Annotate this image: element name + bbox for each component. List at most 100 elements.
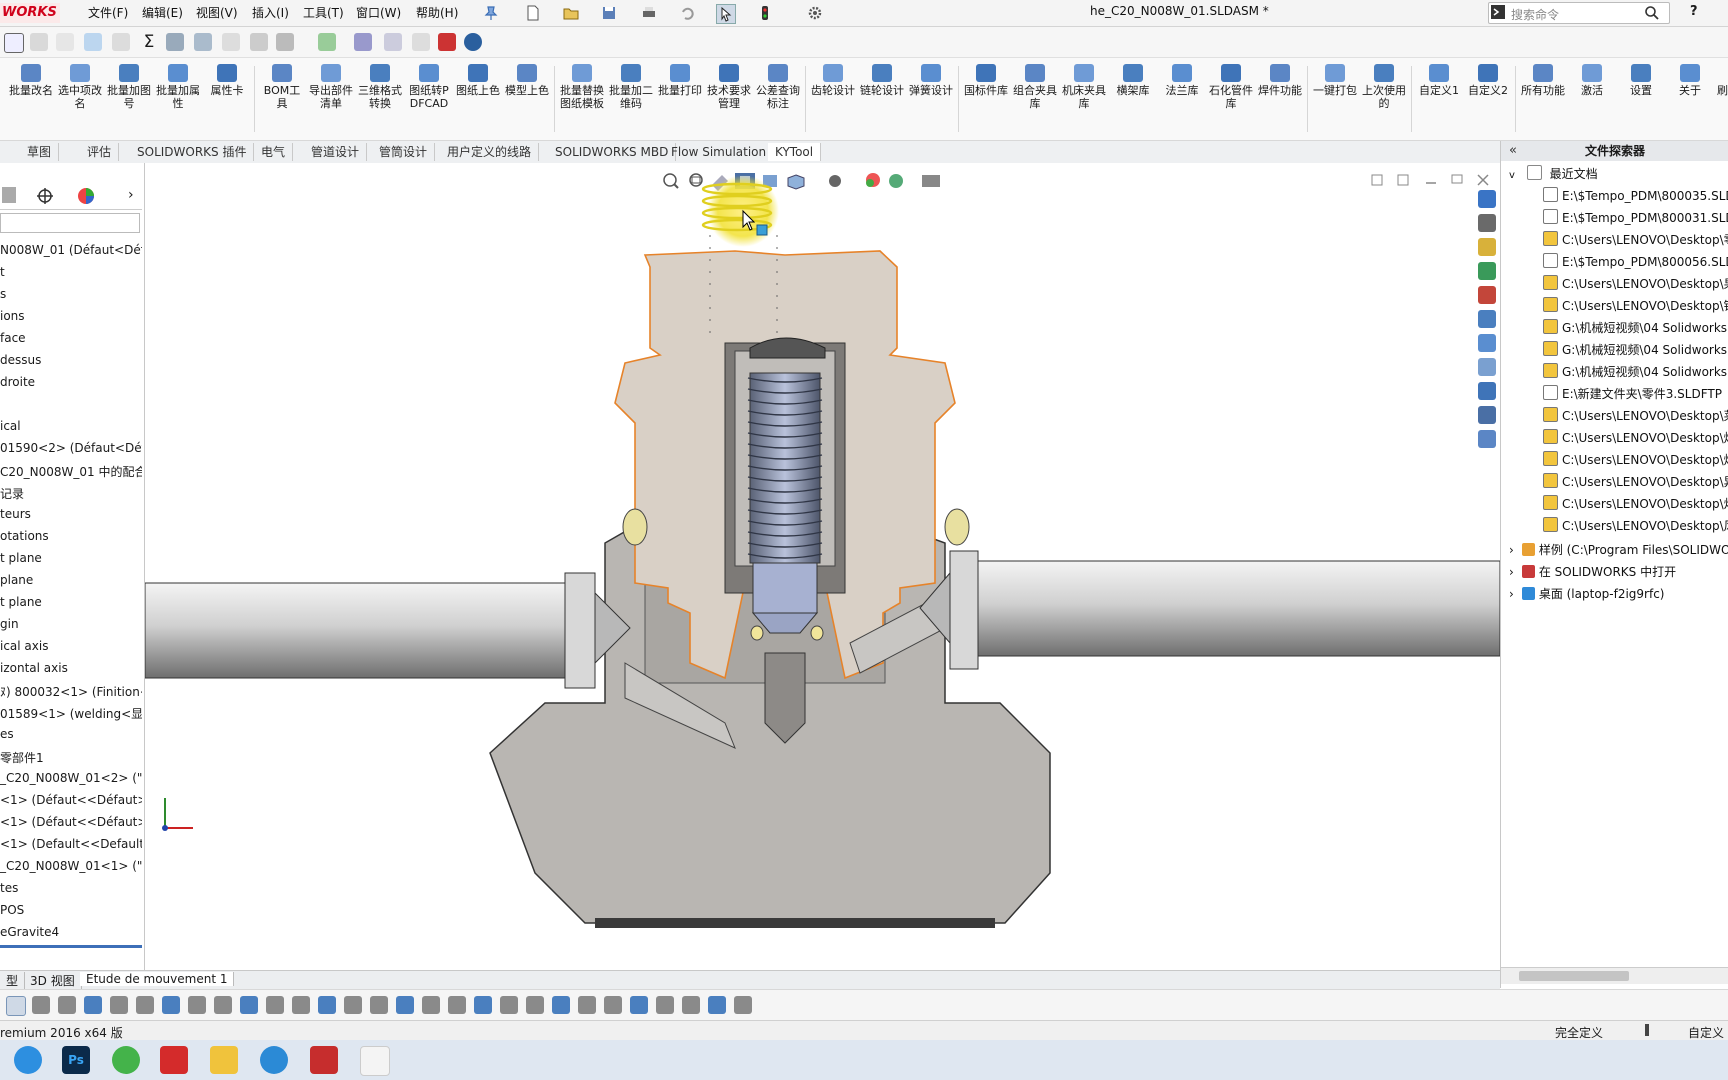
tree-item[interactable]: face: [0, 331, 142, 345]
graphics-viewport[interactable]: [145, 163, 1500, 970]
photoshop-icon[interactable]: Ps: [62, 1046, 90, 1074]
home-icon[interactable]: [1478, 190, 1496, 208]
explorer-group-item[interactable]: › 在 SOLIDWORKS 中打开: [1509, 563, 1676, 580]
ribbon-button-32[interactable]: 激活: [1569, 64, 1615, 97]
save-icon[interactable]: [600, 4, 618, 22]
ribbon-button-9[interactable]: 图纸转PDFCAD: [406, 64, 452, 110]
recent-document-item[interactable]: C:\Users\LENOVO\Desktop\灯: [1543, 495, 1728, 512]
tab-mbd[interactable]: SOLIDWORKS MBD: [548, 143, 677, 161]
filter-icon[interactable]: [32, 996, 50, 1014]
offset-icon[interactable]: [292, 996, 310, 1014]
section-icon[interactable]: [552, 996, 570, 1014]
tree-item[interactable]: eGravite4: [0, 925, 142, 939]
measure-icon[interactable]: [30, 33, 48, 51]
search-command-box[interactable]: 搜索命令: [1488, 2, 1670, 24]
toolbox-icon[interactable]: [1478, 382, 1496, 400]
pattern-icon[interactable]: [448, 996, 466, 1014]
text-icon[interactable]: [500, 996, 518, 1014]
browser2-icon[interactable]: [112, 1046, 140, 1074]
ribbon-button-12[interactable]: 批量替换图纸模板: [559, 64, 605, 110]
scroll-thumb[interactable]: [1519, 971, 1629, 981]
tree-item[interactable]: ical: [0, 419, 142, 433]
collapse-panel-icon[interactable]: «: [1509, 143, 1517, 158]
custom-units[interactable]: 自定义: [1688, 1024, 1724, 1041]
tree-item[interactable]: s: [0, 287, 142, 301]
view-icon[interactable]: [682, 996, 700, 1014]
mass-icon[interactable]: [56, 33, 74, 51]
recent-document-item[interactable]: G:\机械短视频\04 Solidworks: [1543, 319, 1727, 336]
tree-item[interactable]: POS: [0, 903, 142, 917]
recent-document-item[interactable]: G:\机械短视频\04 Solidworks: [1543, 341, 1727, 358]
ribbon-button-13[interactable]: 批量加二维码: [608, 64, 654, 110]
ribbon-button-23[interactable]: 横架库: [1110, 64, 1156, 97]
tree-item[interactable]: ions: [0, 309, 142, 323]
powerpoint-icon[interactable]: [360, 1046, 390, 1076]
ribbon-button-22[interactable]: 机床夹具库: [1061, 64, 1107, 110]
recent-document-item[interactable]: E:\$Tempo_PDM\800031.SLDDR: [1543, 209, 1728, 225]
solidworks-forum-icon[interactable]: [1478, 358, 1496, 376]
recent-document-item[interactable]: C:\Users\LENOVO\Desktop\果: [1543, 275, 1728, 292]
wrench-icon[interactable]: [656, 996, 674, 1014]
tree-item[interactable]: 01590<2> (Défaut<Défa: [0, 441, 142, 455]
panel-next-arrow[interactable]: ›: [128, 187, 134, 203]
web-icon[interactable]: [464, 33, 482, 51]
recent-document-item[interactable]: C:\Users\LENOVO\Desktop\钣: [1543, 297, 1728, 314]
ribbon-button-29[interactable]: 自定义1: [1416, 64, 1462, 97]
tree-item[interactable]: plane: [0, 573, 142, 587]
mirror-icon[interactable]: [166, 33, 184, 51]
ribbon-button-17[interactable]: 齿轮设计: [810, 64, 856, 97]
tree-item[interactable]: <1> (Défaut<<Défaut>_E: [0, 815, 142, 829]
ribbon-button-8[interactable]: 三维格式转换: [357, 64, 403, 110]
verify-icon[interactable]: [412, 33, 430, 51]
tab-electrical[interactable]: 电气: [254, 143, 294, 161]
print-icon[interactable]: [640, 4, 658, 22]
tab-piping[interactable]: 管道设计: [304, 143, 368, 161]
measure-icon[interactable]: [578, 996, 596, 1014]
tree-item[interactable]: droite: [0, 375, 142, 389]
ribbon-button-16[interactable]: 公差查询标注: [755, 64, 801, 110]
valve-assembly-model[interactable]: [145, 163, 1500, 970]
tree-item[interactable]: t plane: [0, 595, 142, 609]
spline-icon[interactable]: [188, 996, 206, 1014]
tree-item[interactable]: otations: [0, 529, 142, 543]
tab-flow-simulation[interactable]: Flow Simulation: [664, 143, 775, 161]
tree-item[interactable]: C20_N008W_01 中的配合: [0, 463, 142, 480]
tree-item[interactable]: ical axis: [0, 639, 142, 653]
open-icon[interactable]: [562, 4, 580, 22]
tree-item[interactable]: t plane: [0, 551, 142, 565]
ribbon-button-26[interactable]: 焊件功能: [1257, 64, 1303, 97]
record-icon[interactable]: [438, 33, 456, 51]
target-icon[interactable]: [36, 187, 54, 205]
excel-icon[interactable]: [318, 33, 336, 51]
tree-item[interactable]: 零部件1: [0, 749, 142, 766]
box-icon[interactable]: [162, 996, 180, 1014]
tree-item[interactable]: _C20_N008W_01<1> ("7.: [0, 859, 142, 873]
link2-icon[interactable]: [384, 33, 402, 51]
recent-document-item[interactable]: C:\Users\LENOVO\Desktop\风: [1543, 517, 1728, 534]
filter-input[interactable]: [0, 213, 140, 233]
ribbon-button-28[interactable]: 上次使用的: [1361, 64, 1407, 110]
tree-item[interactable]: _C20_N008W_01<2> ("24: [0, 771, 142, 785]
design-library-icon[interactable]: [1478, 238, 1496, 256]
expand-arrow-icon[interactable]: ›: [1509, 565, 1514, 579]
arc-icon[interactable]: [136, 996, 154, 1014]
ribbon-button-3[interactable]: 批量加图号: [106, 64, 152, 110]
line-icon[interactable]: [84, 996, 102, 1014]
target-icon[interactable]: [344, 996, 362, 1014]
ribbon-button-14[interactable]: 批量打印: [657, 64, 703, 97]
undo-icon[interactable]: [678, 4, 696, 22]
rebuild-icon[interactable]: [756, 4, 774, 22]
options-gear-icon[interactable]: [806, 4, 824, 22]
ribbon-button-5[interactable]: 属性卡: [204, 64, 250, 97]
dimension-icon[interactable]: [214, 996, 232, 1014]
menu-file[interactable]: 文件(F): [88, 4, 128, 21]
edge-icon[interactable]: [260, 1046, 288, 1074]
new-document-icon[interactable]: [524, 4, 542, 22]
property-tab-icon[interactable]: [2, 187, 16, 203]
tab-solidworks-addins[interactable]: SOLIDWORKS 插件: [130, 143, 255, 161]
tree-item[interactable]: dessus: [0, 353, 142, 367]
expand-arrow-icon[interactable]: ›: [1509, 587, 1514, 601]
convert-icon[interactable]: [396, 996, 414, 1014]
tab-model[interactable]: 型: [0, 972, 26, 989]
recent-document-item[interactable]: E:\新建文件夹\零件3.SLDFTP: [1543, 385, 1722, 402]
